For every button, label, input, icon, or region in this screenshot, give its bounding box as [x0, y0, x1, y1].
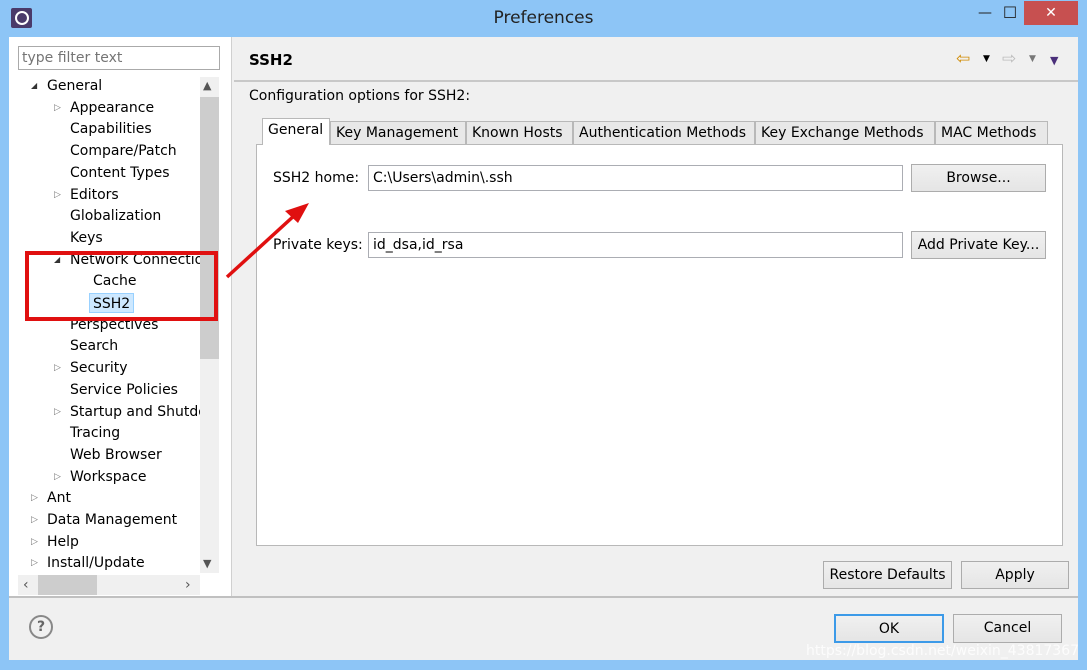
annotation-arrow — [225, 203, 309, 279]
